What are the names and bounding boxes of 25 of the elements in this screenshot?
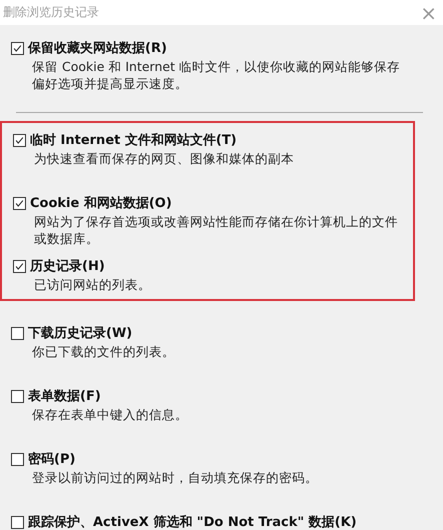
option-description: 你已下载的文件的列表。 [32, 343, 176, 360]
option-label: 保留收藏夹网站数据(R) [28, 40, 167, 57]
option-label: 下载历史记录(W) [28, 325, 132, 342]
checkbox[interactable] [13, 260, 26, 272]
option-label: 表单数据(F) [28, 388, 101, 405]
checkbox[interactable] [11, 516, 24, 528]
checkbox[interactable] [11, 42, 24, 54]
checkbox[interactable] [13, 196, 26, 210]
option-description: 为快速查看而保存的网页、图像和媒体的副本 [34, 150, 295, 167]
option-description: 保存在表单中键入的信息。 [32, 406, 189, 423]
option-description: 已访问网站的列表。 [34, 276, 152, 293]
close-button[interactable]: × [420, 2, 437, 22]
option-label: 历史记录(H) [30, 258, 105, 275]
checkbox[interactable] [11, 390, 24, 402]
checkbox[interactable] [11, 452, 24, 466]
option-label: 跟踪保护、ActiveX 筛选和 "Do Not Track" 数据(K) [28, 514, 357, 530]
option-label: Cookie 和网站数据(O) [30, 195, 172, 212]
checkbox[interactable] [13, 134, 26, 146]
window-title: 删除浏览历史记录 [3, 4, 99, 21]
option-label: 密码(P) [28, 450, 76, 468]
option-label: 临时 Internet 文件和网站文件(T) [30, 132, 237, 149]
option-description: 保留 Cookie 和 Internet 临时文件，以使你收藏的网站能够保存偏好选项并提高显示速度。 [32, 58, 401, 92]
option-description: 登录以前访问过的网站时，自动填充保存的密码。 [32, 469, 319, 486]
option-description: 网站为了保存首选项或改善网站性能而存储在你计算机上的文件或数据库。 [34, 213, 399, 247]
checkbox[interactable] [11, 326, 24, 340]
